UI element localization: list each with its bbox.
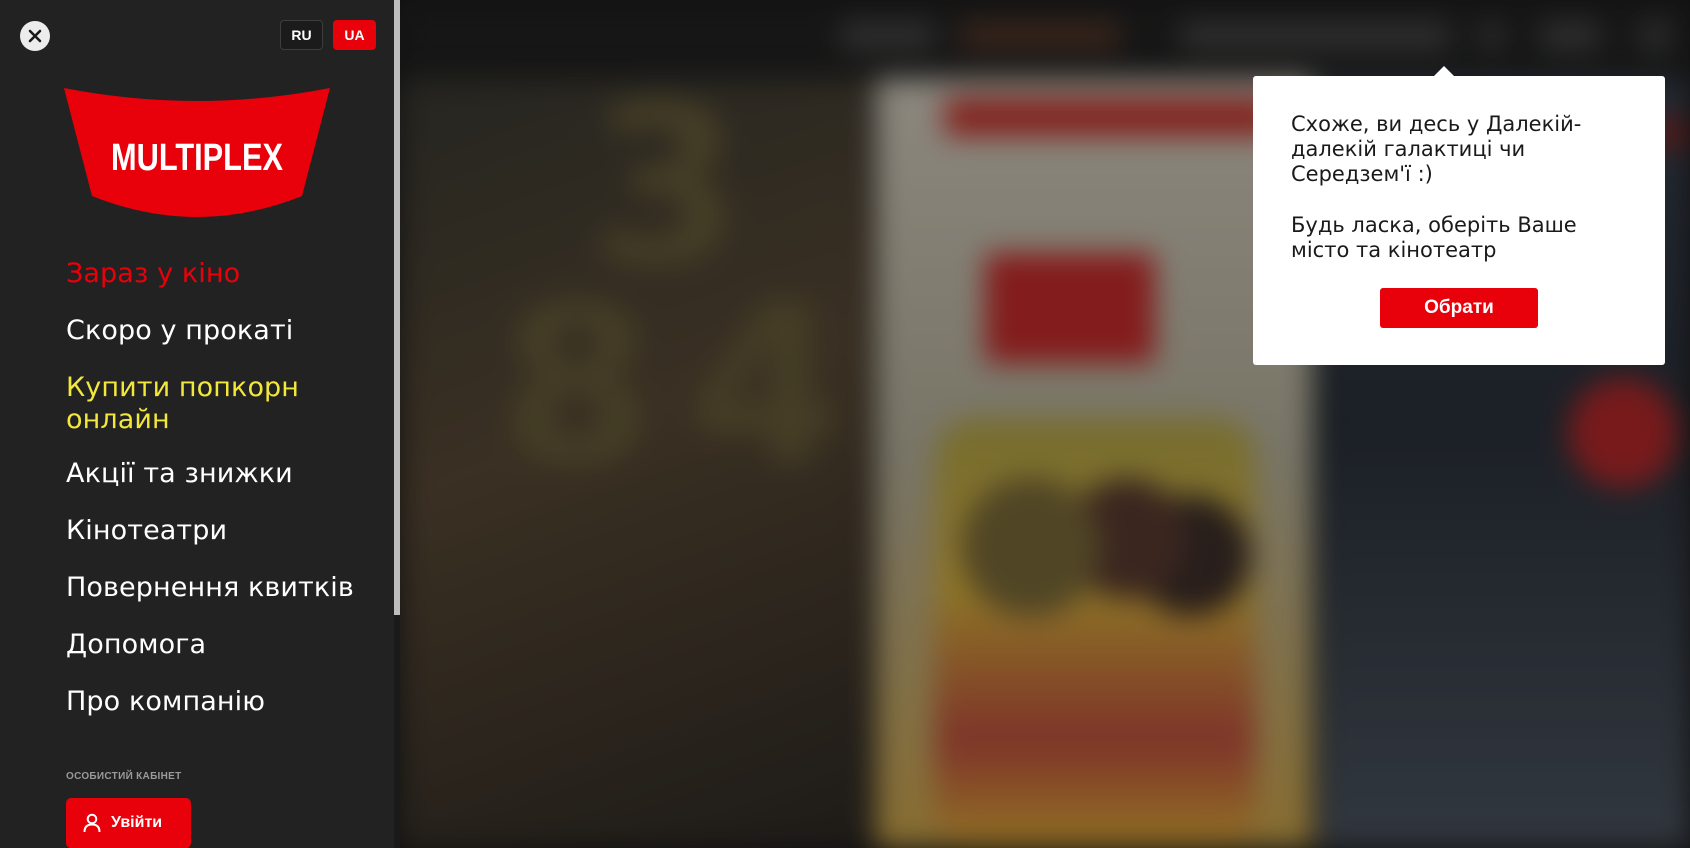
- language-ua-button[interactable]: UA: [333, 20, 376, 50]
- scrollbar-thumb[interactable]: [394, 0, 400, 615]
- close-menu-button[interactable]: [20, 21, 50, 51]
- personal-cabinet-label: ОСОБИСТИЙ КАБІНЕТ: [66, 771, 182, 782]
- login-button[interactable]: Увійти: [66, 798, 191, 848]
- choose-city-button[interactable]: Обрати: [1380, 288, 1538, 328]
- nav-item-now-showing[interactable]: Зараз у кіно: [66, 258, 240, 290]
- nav-item-help[interactable]: Допомога: [66, 629, 206, 661]
- nav-item-about[interactable]: Про компанію: [66, 686, 265, 718]
- popover-message-location: Схоже, ви десь у Далекій-далекій галакти…: [1291, 112, 1582, 186]
- city-select-popover: Схоже, ви десь у Далекій-далекій галакти…: [1253, 66, 1665, 365]
- nav-item-cinemas[interactable]: Кінотеатри: [66, 515, 227, 547]
- popover-arrow: [1433, 66, 1455, 77]
- nav-item-buy-popcorn[interactable]: Купити попкорн онлайн: [66, 372, 326, 436]
- nav-item-ticket-refund[interactable]: Повернення квитків: [66, 572, 354, 604]
- sidebar-menu: RU UA MULTIPLEX Зараз у кіно Скоро у про…: [0, 0, 394, 848]
- user-icon: [83, 813, 101, 833]
- sidebar-scrollbar[interactable]: [394, 0, 400, 848]
- logo-text: MULTIPLEX: [111, 137, 284, 179]
- nav-item-coming-soon[interactable]: Скоро у прокаті: [66, 315, 293, 347]
- nav-item-promotions[interactable]: Акції та знижки: [66, 458, 293, 490]
- popover-message-choose: Будь ласка, оберіть Ваше місто та кіноте…: [1291, 213, 1577, 262]
- multiplex-logo[interactable]: MULTIPLEX: [64, 88, 330, 222]
- language-ru-button[interactable]: RU: [280, 20, 323, 50]
- login-label: Увійти: [111, 814, 163, 831]
- close-icon: [28, 29, 42, 43]
